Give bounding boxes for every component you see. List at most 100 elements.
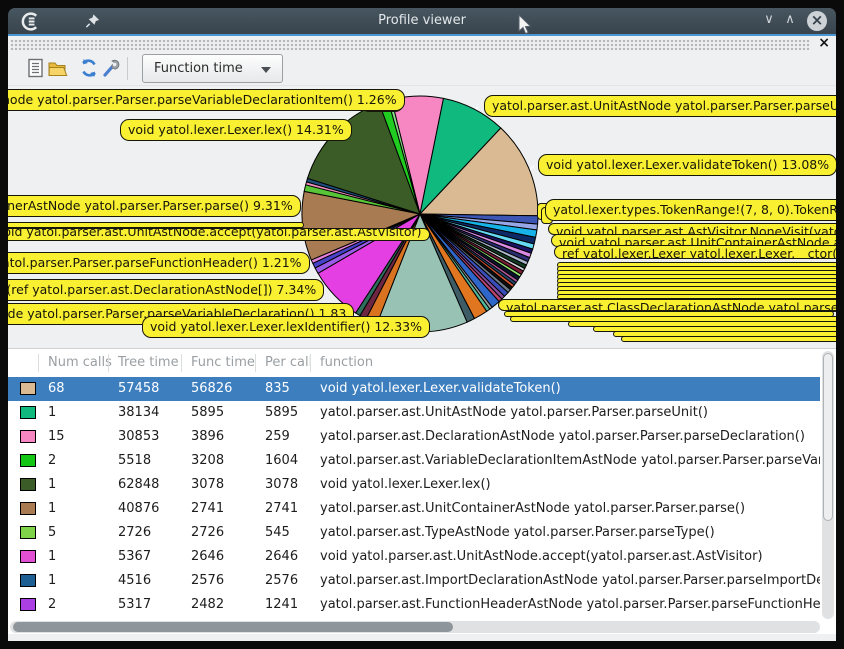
value-cell: 5317 <box>118 597 151 612</box>
column-separator <box>108 354 109 372</box>
value-cell: 3896 <box>191 429 224 444</box>
value-cell: 2646 <box>265 549 298 564</box>
table-row[interactable]: 15308533896259yatol.parser.ast.Declarati… <box>8 425 820 449</box>
open-folder-icon <box>47 59 68 78</box>
value-cell: 2646 <box>191 549 224 564</box>
table-row[interactable]: 1451625762576yatol.parser.ast.ImportDecl… <box>8 569 820 593</box>
value-cell: 40876 <box>118 501 159 516</box>
wrench-icon <box>101 58 121 78</box>
results-table: Num calls Tree time Func time Per call funct… <box>8 348 836 634</box>
pie-callout-label: ainerAstNode yatol.parser.Parser.parse()… <box>8 195 301 217</box>
column-separator <box>38 354 39 372</box>
value-cell: 2 <box>48 453 56 468</box>
value-cell: 5895 <box>191 405 224 420</box>
toolbar: Function time <box>8 52 836 86</box>
color-swatch <box>20 526 36 539</box>
value-cell: 3078 <box>191 477 224 492</box>
value-cell: 1241 <box>265 597 298 612</box>
pie-callout-collapsed <box>621 336 836 342</box>
mouse-cursor <box>515 14 535 36</box>
color-swatch <box>20 574 36 587</box>
value-cell: 2726 <box>118 525 151 540</box>
value-cell: 2741 <box>191 501 224 516</box>
value-cell: 57458 <box>118 381 159 396</box>
column-header-num-calls[interactable]: Num calls <box>48 355 112 370</box>
color-swatch <box>20 550 36 563</box>
pie-callout-label: void yatol.lexer.Lexer.lex() 14.31% <box>120 119 352 141</box>
value-cell: 259 <box>265 429 290 444</box>
color-swatch <box>20 406 36 419</box>
value-cell: 4516 <box>118 573 151 588</box>
table-row[interactable]: 1 62848 3078 3078 void yatol.lexer.Lexer.lex… <box>8 473 820 497</box>
horizontal-scrollbar-thumb[interactable] <box>13 622 453 632</box>
pie-callout-label: yatol.parser.ast.ClassDeclarationAstNode… <box>498 299 836 311</box>
table-row[interactable]: 685745856826835void yatol.lexer.Lexer.va… <box>8 377 820 401</box>
column-separator <box>255 354 256 372</box>
table-row[interactable]: 13813458955895yatol.parser.ast.UnitAstNo… <box>8 401 820 425</box>
dock-handle[interactable] <box>10 39 810 50</box>
value-cell: 2576 <box>191 573 224 588</box>
function-cell: yatol.parser.ast.UnitAstNode yatol.parse… <box>320 405 708 420</box>
titlebar[interactable]: Profile viewer ∨ ∧ × <box>8 8 836 34</box>
value-cell: 1 <box>48 573 56 588</box>
pie-callout-label: yatol.lexer.types.TokenRange!(7, 8, 0).T… <box>545 199 836 221</box>
value-cell: 62848 <box>118 477 159 492</box>
table-body: 685745856826835void yatol.lexer.Lexer.va… <box>8 377 820 619</box>
value-cell: 68 <box>48 381 65 396</box>
close-button[interactable]: × <box>807 11 827 31</box>
pie-callout-label: node yatol.parser.Parser.parseVariableDe… <box>8 89 405 111</box>
value-cell: 1 <box>48 477 56 492</box>
report-list-button[interactable] <box>23 56 47 80</box>
function-cell: yatol.parser.ast.UnitContainerAstNode ya… <box>320 501 745 516</box>
pie-callout-label: yatol.parser.ast.UnitAstNode yatol.parse… <box>484 95 836 117</box>
column-header-func-time[interactable]: Func time <box>191 355 255 370</box>
value-cell: 5518 <box>118 453 151 468</box>
vertical-scrollbar-thumb[interactable] <box>823 353 833 521</box>
value-cell: 5367 <box>118 549 151 564</box>
value-cell: 2726 <box>191 525 224 540</box>
table-row[interactable]: 1536726462646void yatol.parser.ast.UnitA… <box>8 545 820 569</box>
table-row[interactable]: 14087627412741yatol.parser.ast.UnitConta… <box>8 497 820 521</box>
value-cell: 2741 <box>265 501 298 516</box>
value-cell: 2482 <box>191 597 224 612</box>
column-separator <box>181 354 182 372</box>
column-header-tree-time[interactable]: Tree time <box>118 355 179 370</box>
table-row[interactable]: 2 5317 2482 1241 yatol.parser.ast.FunctionHe… <box>8 593 820 617</box>
view-mode-dropdown[interactable]: Function time <box>142 54 283 83</box>
pie-callout-label: void yatol.lexer.Lexer.lexIdentifier() 1… <box>142 316 430 338</box>
table-row[interactable]: 527262726545yatol.parser.ast.TypeAstNode… <box>8 521 820 545</box>
value-cell: 5895 <box>265 405 298 420</box>
function-cell: yatol.parser.ast.FunctionHeaderAstNode y… <box>320 597 820 612</box>
value-cell: 1 <box>48 549 56 564</box>
window-content: × <box>8 36 836 641</box>
function-cell: yatol.parser.ast.TypeAstNode yatol.parse… <box>320 525 715 540</box>
function-cell: void yatol.lexer.Lexer.validateToken() <box>320 381 561 396</box>
refresh-button[interactable] <box>77 56 101 80</box>
open-file-button[interactable] <box>45 56 69 80</box>
function-cell: yatol.parser.ast.VariableDeclarationItem… <box>320 453 820 468</box>
chevron-down-icon <box>261 67 271 73</box>
pie-chart-panel: 03%node yatol.parser.Parser.parseVariabl… <box>8 86 836 346</box>
horizontal-scrollbar[interactable] <box>10 621 820 633</box>
value-cell: 38134 <box>118 405 159 420</box>
column-header-per-call[interactable]: Per call <box>265 355 312 370</box>
function-cell: void yatol.lexer.Lexer.lex() <box>320 477 491 492</box>
value-cell: 56826 <box>191 381 232 396</box>
dock-close-icon[interactable]: × <box>818 36 830 51</box>
value-cell: 2 <box>48 597 56 612</box>
value-cell: 3078 <box>265 477 298 492</box>
vertical-scrollbar[interactable] <box>822 351 834 619</box>
color-swatch <box>20 454 36 467</box>
color-swatch <box>20 502 36 515</box>
color-swatch <box>20 382 36 395</box>
column-header-function[interactable]: function <box>320 355 373 370</box>
minimize-button[interactable]: ∨ <box>760 12 778 27</box>
column-separator <box>310 354 311 372</box>
table-row[interactable]: 2551832081604yatol.parser.ast.VariableDe… <box>8 449 820 473</box>
pie-callout-label: ref yatol.lexer.Lexer yatol.lexer.Lexer.… <box>554 245 836 259</box>
toolbar-separator <box>127 57 128 80</box>
options-button[interactable] <box>99 56 123 80</box>
maximize-button[interactable]: ∧ <box>781 12 799 27</box>
color-swatch <box>20 478 36 491</box>
function-cell: yatol.parser.ast.ImportDeclarationAstNod… <box>320 573 820 588</box>
